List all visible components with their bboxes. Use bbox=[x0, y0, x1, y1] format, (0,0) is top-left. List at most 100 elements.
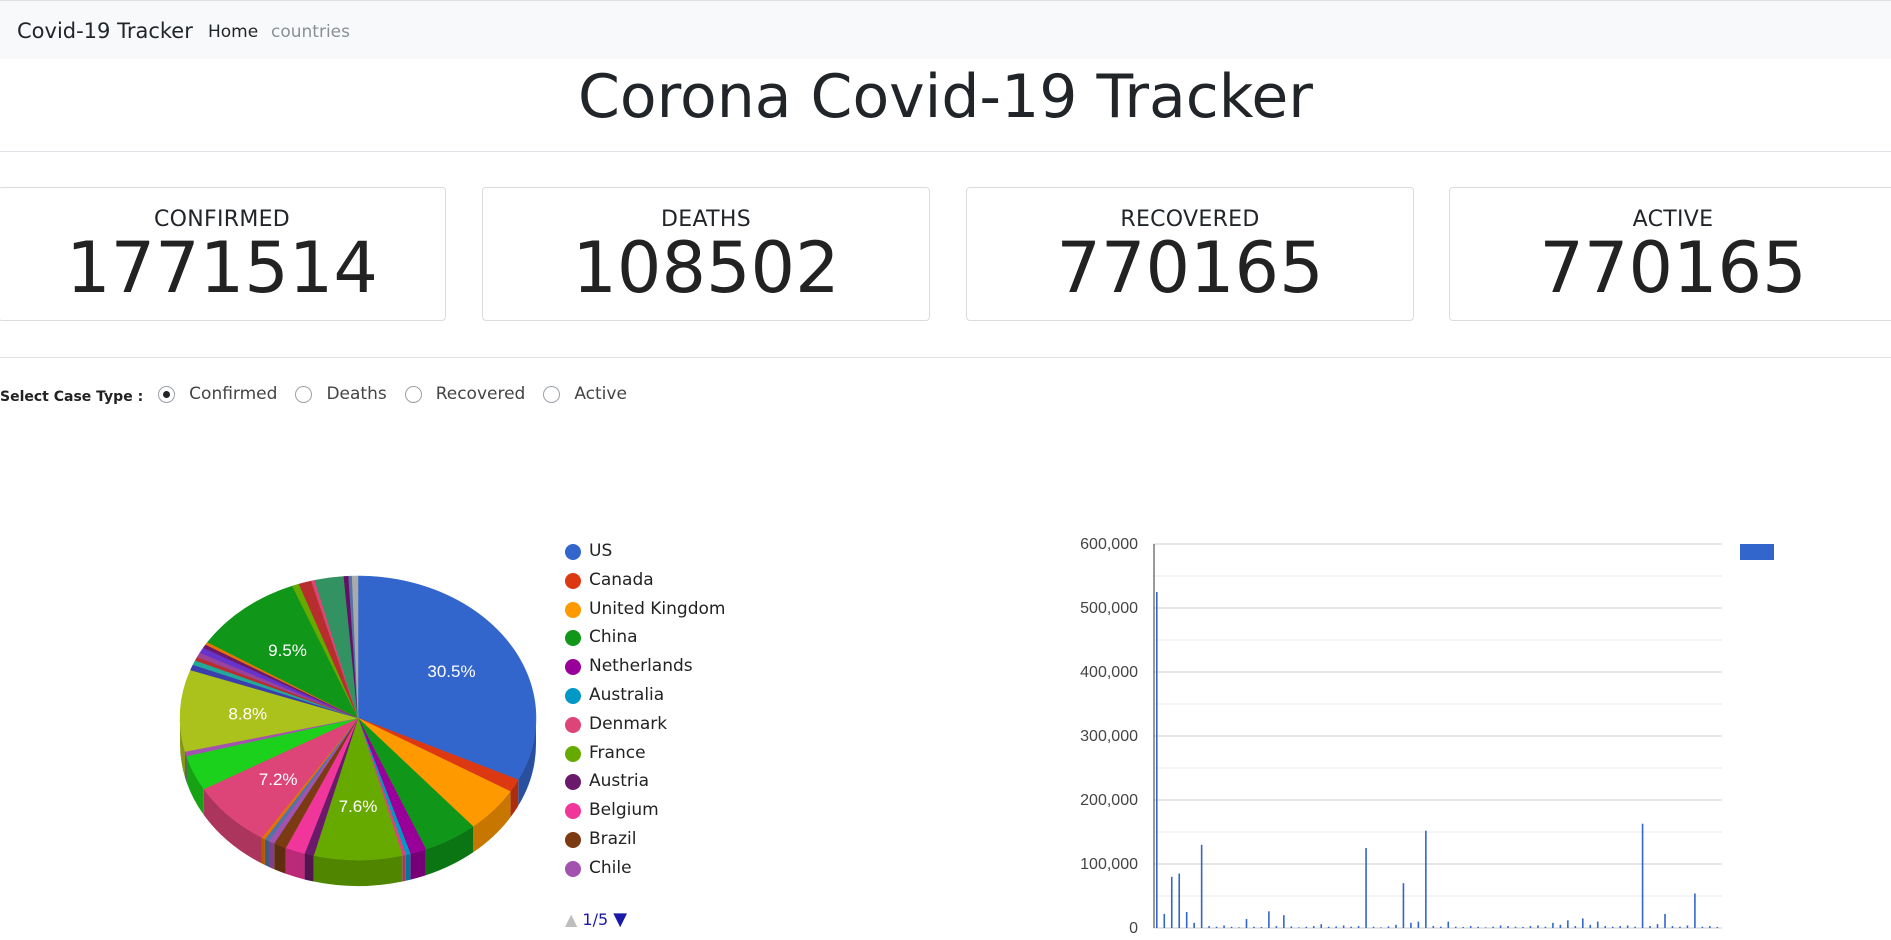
legend-label: Canada bbox=[589, 569, 654, 590]
bar bbox=[1567, 920, 1569, 928]
bar bbox=[1574, 926, 1577, 928]
radio-circle-icon[interactable] bbox=[295, 385, 313, 403]
legend-label: US bbox=[589, 541, 613, 561]
radio-circle-icon[interactable] bbox=[404, 385, 422, 403]
legend-label: France bbox=[589, 742, 646, 763]
bar bbox=[1649, 926, 1651, 928]
bar bbox=[1230, 926, 1233, 928]
deaths-value: 108502 bbox=[572, 227, 840, 309]
bar bbox=[1432, 926, 1435, 928]
bar bbox=[1312, 926, 1315, 928]
brand-link[interactable]: Covid-19 Tracker bbox=[17, 19, 193, 43]
legend-label: Netherlands bbox=[589, 656, 693, 677]
y-tick-label: 0 bbox=[1129, 920, 1138, 937]
bar bbox=[1185, 912, 1188, 928]
bar bbox=[1170, 876, 1173, 928]
bar bbox=[1701, 926, 1704, 928]
confirmed-card: CONFIRMED 1771514 bbox=[0, 187, 446, 321]
radio-circle-icon[interactable] bbox=[158, 385, 176, 403]
divider bbox=[0, 151, 1891, 152]
bar bbox=[1626, 925, 1629, 928]
bar bbox=[1522, 927, 1524, 928]
pie-slice-label: 30.5% bbox=[427, 662, 475, 681]
bar bbox=[1537, 925, 1539, 928]
divider bbox=[0, 357, 1891, 358]
recovered-card: RECOVERED 770165 bbox=[966, 187, 1414, 321]
next-page-icon[interactable]: ▼ bbox=[613, 909, 627, 930]
bar bbox=[1694, 893, 1696, 928]
bar bbox=[1290, 926, 1293, 928]
bar bbox=[1529, 926, 1532, 928]
radio-active[interactable]: Active bbox=[543, 384, 627, 404]
bar bbox=[1671, 926, 1674, 928]
pie-slice-label: 9.5% bbox=[268, 641, 307, 660]
pie-slice-label: 7.2% bbox=[259, 770, 298, 789]
legend-label: Denmark bbox=[589, 713, 668, 734]
bar bbox=[1679, 926, 1681, 928]
radio-deaths-label: Deaths bbox=[326, 384, 387, 404]
bar bbox=[1320, 924, 1323, 928]
radio-recovered[interactable]: Recovered bbox=[404, 384, 526, 404]
bar bbox=[1544, 926, 1547, 928]
nav-home-link[interactable]: Home bbox=[208, 22, 258, 42]
y-tick-label: 100,000 bbox=[1080, 856, 1138, 873]
bar bbox=[1611, 926, 1614, 928]
bar bbox=[1245, 919, 1248, 928]
legend-label: Chile bbox=[589, 857, 632, 878]
bar bbox=[1514, 926, 1517, 928]
recovered-value: 770165 bbox=[1056, 227, 1324, 309]
pie-chart: 30.5% 7.6% 7.2% 8.8% 9.5% bbox=[179, 575, 537, 886]
legend-label: Australia bbox=[589, 685, 665, 705]
bar bbox=[1193, 922, 1195, 928]
bar bbox=[1275, 926, 1278, 928]
pie-slice-side bbox=[264, 839, 269, 867]
bar bbox=[1387, 926, 1390, 928]
bar bbox=[1656, 924, 1659, 928]
legend-color-icon bbox=[565, 572, 581, 589]
bar bbox=[1417, 921, 1420, 928]
case-type-label: Select Case Type : bbox=[0, 389, 144, 405]
bar bbox=[1395, 924, 1397, 928]
legend-label: Belgium bbox=[589, 800, 659, 821]
bar bbox=[1686, 925, 1689, 928]
radio-circle-icon[interactable] bbox=[543, 385, 561, 403]
y-tick-label: 500,000 bbox=[1080, 600, 1138, 617]
pie-slice-side bbox=[274, 843, 286, 874]
bar bbox=[1664, 913, 1666, 928]
bar bbox=[1507, 926, 1509, 928]
nav-countries-link[interactable]: countries bbox=[271, 22, 350, 42]
radio-confirmed-label: Confirmed bbox=[189, 384, 278, 404]
bar bbox=[1454, 926, 1457, 928]
bar bbox=[1469, 926, 1472, 928]
y-tick-label: 300,000 bbox=[1080, 728, 1138, 745]
navbar: Covid-19 Tracker Home countries bbox=[0, 0, 1891, 59]
bar bbox=[1499, 925, 1502, 928]
radio-confirmed[interactable]: Confirmed bbox=[158, 384, 277, 404]
bar bbox=[1268, 911, 1270, 928]
bar bbox=[1178, 873, 1181, 928]
bar bbox=[1589, 924, 1592, 928]
pie-slice-side bbox=[405, 853, 411, 881]
bar-chart: 0 100,000 200,000 300,000 400,000 500,000 600,… bbox=[1080, 536, 1774, 937]
bar bbox=[1357, 926, 1360, 928]
legend-color-icon bbox=[565, 659, 581, 676]
bar bbox=[1350, 926, 1352, 928]
bar bbox=[1342, 925, 1345, 928]
bar bbox=[1298, 927, 1300, 928]
active-value: 770165 bbox=[1539, 227, 1807, 309]
bar bbox=[1223, 925, 1225, 928]
pie-slice-side bbox=[269, 840, 275, 870]
legend-swatch-icon bbox=[1740, 544, 1774, 560]
radio-deaths[interactable]: Deaths bbox=[295, 384, 387, 404]
legend-color-icon bbox=[565, 544, 581, 560]
y-tick-label: 600,000 bbox=[1080, 536, 1138, 553]
bar bbox=[1634, 926, 1636, 928]
pie-slice-side bbox=[261, 837, 265, 866]
bar bbox=[1582, 918, 1584, 928]
bar bbox=[1253, 926, 1255, 928]
radio-recovered-label: Recovered bbox=[435, 384, 526, 404]
bar bbox=[1215, 926, 1218, 928]
case-type-selector: Select Case Type : Confirmed Deaths Reco… bbox=[0, 382, 645, 406]
legend-color-icon bbox=[565, 688, 581, 704]
prev-page-icon[interactable]: ▲ bbox=[565, 910, 577, 929]
